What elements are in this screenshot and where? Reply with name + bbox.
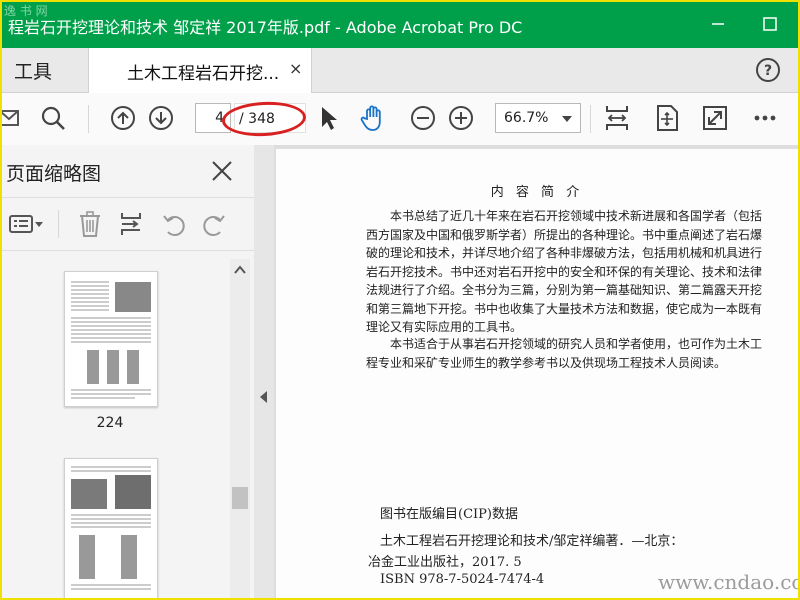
page-thumbnail[interactable]	[64, 271, 158, 407]
rotate-page-icon[interactable]	[652, 103, 682, 133]
maximize-icon[interactable]	[758, 12, 782, 36]
thumbnail-page-label: 224	[96, 415, 124, 431]
page-down-icon[interactable]	[146, 103, 176, 133]
tab-tools-label: 工具	[14, 60, 53, 83]
zoom-value: 66.7%	[504, 110, 549, 126]
intro-paragraph: 本书总结了近几十年来在岩石开挖领域中技术新进展和各国学者（包括西方国家及中国和俄…	[366, 209, 763, 334]
zoom-select[interactable]: 66.7%	[495, 103, 581, 133]
cip-line: 冶金工业出版社，2017. 5	[368, 555, 522, 570]
toolbar-separator	[88, 105, 89, 133]
help-icon[interactable]: ?	[754, 56, 782, 84]
thumbnail-list: 224	[2, 251, 230, 598]
page-up-icon[interactable]	[108, 103, 138, 133]
tab-bar: 工具 土木工程岩石开挖... × ?	[2, 48, 798, 93]
delete-icon[interactable]	[76, 210, 104, 238]
select-pointer-icon[interactable]	[314, 103, 344, 133]
extract-pages-icon[interactable]	[118, 210, 146, 238]
full-screen-icon[interactable]	[700, 103, 730, 133]
toolbar: 4 / 348 66.7%	[2, 93, 798, 146]
panel-title: 页面缩略图	[6, 163, 102, 185]
scroll-up-icon[interactable]	[234, 265, 246, 275]
panel-separator	[58, 210, 59, 238]
rotate-right-icon[interactable]	[200, 210, 228, 238]
app-window: 逸 书 网 程岩石开挖理论和技术 邹定祥 2017年版.pdf - Adobe …	[0, 0, 800, 600]
zoom-in-icon[interactable]	[446, 103, 476, 133]
chevron-down-icon	[562, 116, 572, 122]
panel-toolbar	[2, 197, 254, 251]
document-page: 内 容 简 介 本书总结了近几十年来在岩石开挖领域中技术新进展和各国学者（包括西…	[276, 149, 798, 598]
zoom-out-icon[interactable]	[408, 103, 438, 133]
scrollbar-thumb[interactable]	[232, 487, 248, 509]
title-bar: 逸 书 网 程岩石开挖理论和技术 邹定祥 2017年版.pdf - Adobe …	[2, 2, 798, 48]
toolbar-separator	[590, 105, 591, 133]
cip-line: 土木工程岩石开挖理论和技术/邹定祥编著．—北京：	[380, 534, 684, 549]
email-icon[interactable]	[0, 103, 26, 133]
hand-tool-icon[interactable]	[358, 103, 388, 133]
rotate-left-icon[interactable]	[160, 210, 188, 238]
page-thumbnails-panel: 页面缩略图 224	[2, 145, 255, 598]
collapse-arrow-icon[interactable]	[260, 391, 268, 403]
search-icon[interactable]	[38, 103, 68, 133]
tab-tools[interactable]: 工具	[2, 48, 100, 92]
tab-document-label: 土木工程岩石开挖...	[127, 64, 280, 84]
cip-heading: 图书在版编目(CIP)数据	[380, 507, 518, 522]
thumbnail-preview	[71, 281, 151, 399]
page-thumbnail[interactable]	[64, 458, 158, 598]
tab-document[interactable]: 土木工程岩石开挖... ×	[88, 48, 312, 93]
intro-paragraph: 本书适合于从事岩石开挖领域的研究人员和学者使用，也可作为土木工程专业和采矿专业师…	[366, 337, 763, 370]
options-menu-icon[interactable]	[8, 210, 44, 238]
site-watermark: www.cndao.com	[658, 570, 798, 594]
panel-collapse-bar[interactable]	[254, 145, 275, 598]
page-heading: 内 容 简 介	[490, 185, 584, 200]
cip-line: ISBN 978-7-5024-7474-4	[380, 572, 545, 587]
more-icon[interactable]	[750, 103, 780, 133]
thumbnail-scrollbar[interactable]	[230, 259, 250, 598]
tab-close-button[interactable]: ×	[289, 59, 302, 78]
svg-text:?: ?	[764, 63, 772, 79]
fit-width-icon[interactable]	[602, 103, 632, 133]
close-icon[interactable]	[210, 159, 234, 183]
document-view[interactable]: 内 容 简 介 本书总结了近几十年来在岩石开挖领域中技术新进展和各国学者（包括西…	[274, 145, 798, 598]
thumbnail-preview	[71, 466, 151, 590]
window-title: 程岩石开挖理论和技术 邹定祥 2017年版.pdf - Adobe Acroba…	[8, 18, 523, 37]
minimize-icon[interactable]	[706, 12, 730, 36]
